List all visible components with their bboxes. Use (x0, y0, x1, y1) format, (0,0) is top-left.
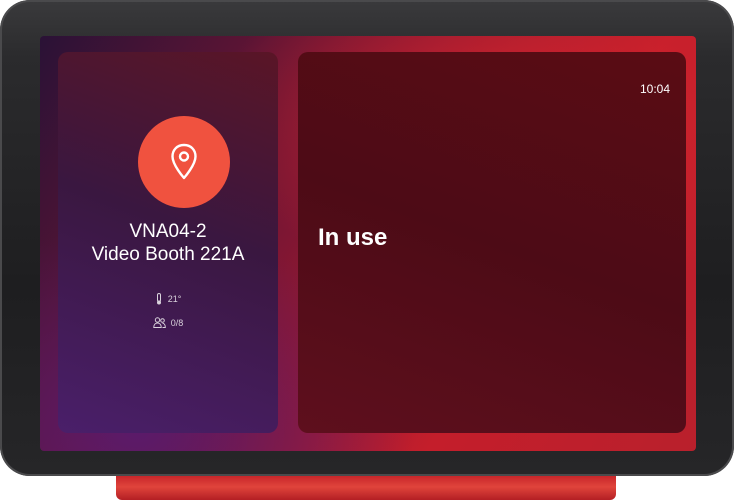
room-code: VNA04-2 (129, 221, 207, 242)
thermometer-icon (156, 293, 161, 305)
room-name: Video Booth 221A (91, 244, 245, 265)
occupancy-value: 0/8 (170, 317, 184, 328)
location-badge (138, 116, 230, 208)
people-icon (153, 317, 166, 328)
touch-panel-device: VNA04-2 Video Booth 221A 21° 0/8 10:04 I… (0, 0, 734, 476)
status-panel[interactable]: 10:04 In use (298, 52, 686, 433)
room-title: VNA04-2 Video Booth 221A (58, 220, 278, 266)
device-stand (116, 476, 616, 500)
occupancy-row: 0/8 (58, 317, 278, 328)
clock: 10:04 (639, 82, 670, 96)
room-status: In use (318, 224, 388, 251)
device-screen: VNA04-2 Video Booth 221A 21° 0/8 10:04 I… (40, 36, 696, 451)
room-info-panel: VNA04-2 Video Booth 221A 21° 0/8 (58, 52, 278, 433)
temperature-row: 21° (58, 293, 278, 305)
map-pin-icon (171, 143, 197, 180)
temperature-value: 21° (167, 294, 182, 304)
